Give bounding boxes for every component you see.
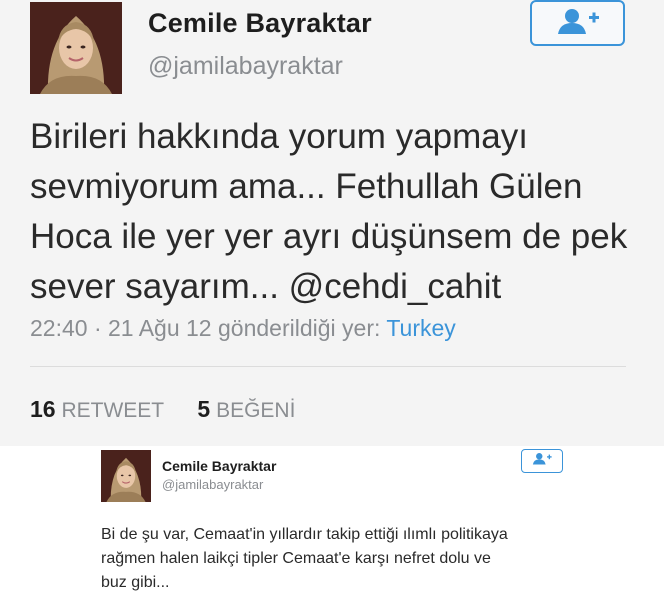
- retweet-count[interactable]: 16: [30, 396, 56, 422]
- location-link[interactable]: Turkey: [386, 315, 455, 341]
- tweet-meta: 22:40 · 21 Ağu 12 gönderildiği yer: Turk…: [30, 315, 456, 342]
- author-handle[interactable]: @jamilabayraktar: [148, 52, 343, 81]
- tweet-stats: 16 RETWEET 5 BEĞENİ: [30, 396, 295, 423]
- tweet-main: Cemile Bayraktar @jamilabayraktar Birile…: [0, 0, 664, 446]
- sent-from-label: gönderildiği yer:: [218, 315, 381, 341]
- follow-user-icon: [554, 7, 602, 40]
- avatar[interactable]: [30, 2, 122, 94]
- divider: [30, 366, 626, 367]
- follow-button[interactable]: [530, 0, 625, 46]
- retweet-label[interactable]: RETWEET: [61, 399, 163, 422]
- like-label[interactable]: BEĞENİ: [216, 399, 295, 422]
- tweet-text: Bi de şu var, Cemaat'in yıllardır takip …: [101, 526, 508, 591]
- author-name[interactable]: Cemile Bayraktar: [162, 458, 276, 474]
- author-handle[interactable]: @jamilabayraktar: [162, 477, 263, 492]
- timestamp[interactable]: 22:40 · 21 Ağu 12: [30, 315, 212, 341]
- tweet-text: Birileri hakkında yorum yapmayı sevmiyor…: [30, 117, 628, 306]
- like-count[interactable]: 5: [197, 396, 210, 422]
- avatar[interactable]: [101, 450, 151, 502]
- follow-user-icon: [531, 452, 553, 470]
- tweet-second: Cemile Bayraktar @jamilabayraktar Bi de …: [88, 446, 652, 603]
- follow-button[interactable]: [521, 449, 563, 473]
- author-name[interactable]: Cemile Bayraktar: [148, 8, 372, 39]
